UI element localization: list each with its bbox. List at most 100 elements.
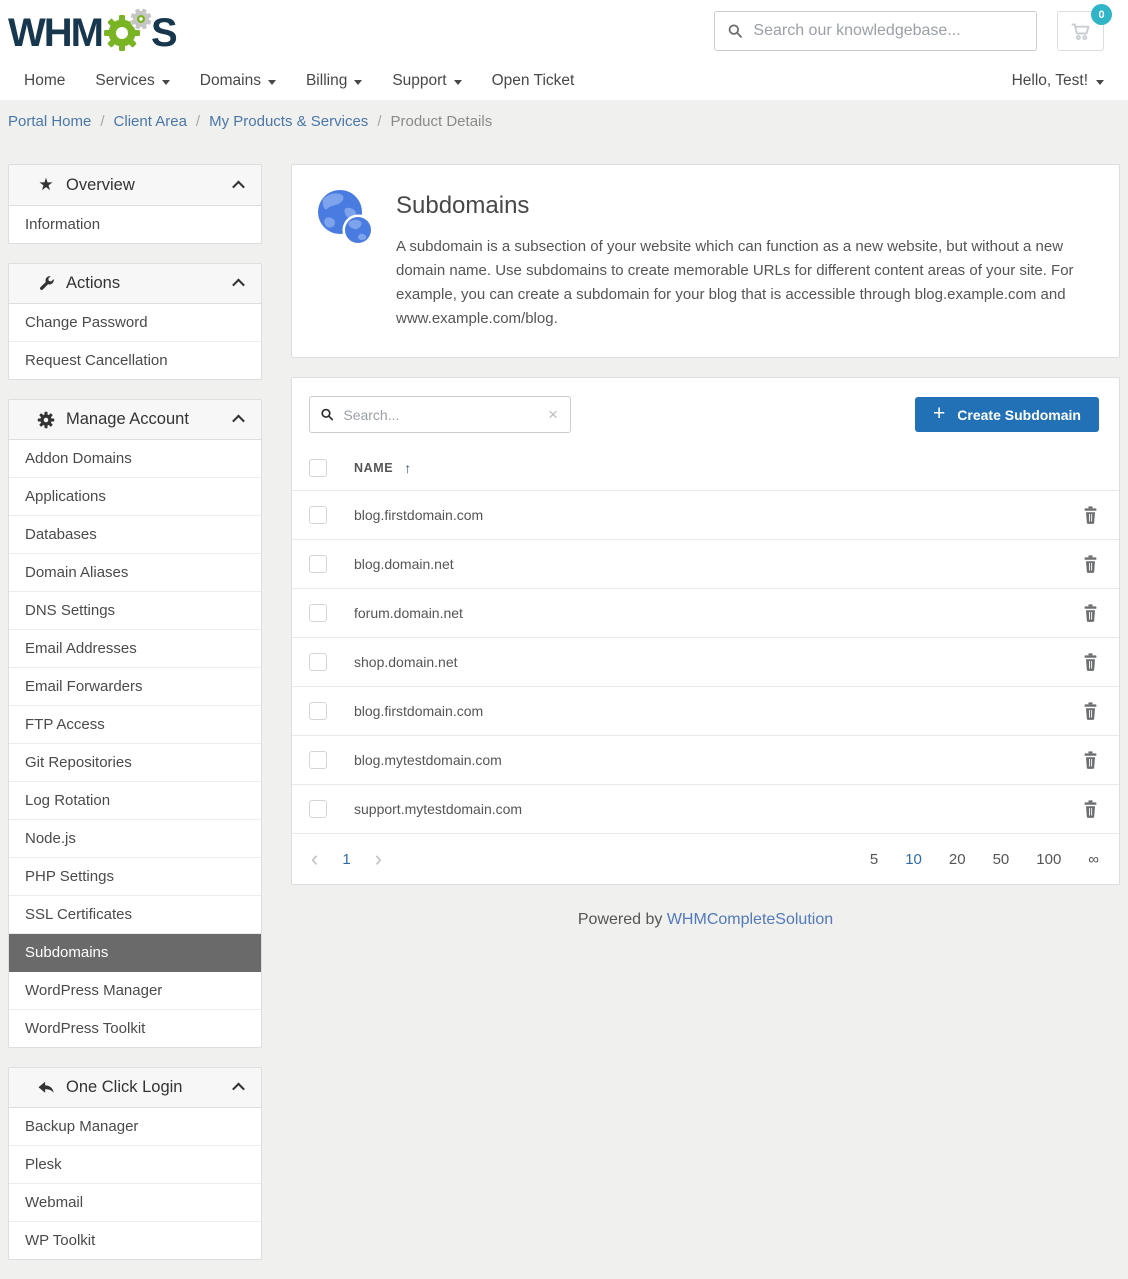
page-size-unlimited[interactable]: ∞ (1088, 851, 1099, 868)
current-page[interactable]: 1 (342, 851, 350, 868)
row-checkbox[interactable] (309, 702, 327, 720)
trash-icon (1082, 751, 1099, 769)
powered-by-text: Powered by (578, 911, 663, 928)
search-icon (727, 22, 743, 40)
sidebar-item-backup-manager[interactable]: Backup Manager (9, 1108, 261, 1146)
delete-button[interactable] (1082, 506, 1099, 524)
previous-page-icon[interactable]: ‹ (311, 848, 318, 870)
sidebar-item-databases[interactable]: Databases (9, 516, 261, 554)
main-content: Subdomains A subdomain is a subsection o… (291, 164, 1120, 929)
sidebar-item-wordpress-toolkit[interactable]: WordPress Toolkit (9, 1010, 261, 1047)
chevron-up-icon (232, 415, 245, 428)
row-checkbox[interactable] (309, 604, 327, 622)
subdomain-name: support.mytestdomain.com (354, 801, 522, 817)
nav-label: Billing (306, 72, 347, 90)
cart-button[interactable]: 0 (1057, 11, 1104, 51)
sidebar-item-email-forwarders[interactable]: Email Forwarders (9, 668, 261, 706)
select-all-checkbox[interactable] (309, 459, 327, 477)
whmcs-logo[interactable]: WHM (8, 7, 176, 55)
caret-down-icon (1096, 80, 1104, 85)
breadcrumb: Portal Home / Client Area / My Products … (0, 100, 1128, 142)
sidebar-header-overview[interactable]: ★ Overview (9, 165, 261, 206)
create-subdomain-button[interactable]: + Create Subdomain (915, 397, 1099, 432)
subdomain-name: shop.domain.net (354, 654, 458, 670)
page-size-100[interactable]: 100 (1036, 851, 1061, 868)
nav-item-domains[interactable]: Domains (185, 62, 291, 100)
section-title: Actions (66, 274, 120, 293)
nav-item-support[interactable]: Support (377, 62, 476, 100)
delete-button[interactable] (1082, 653, 1099, 671)
cart-count-badge: 0 (1091, 4, 1112, 25)
sidebar-item-domain-aliases[interactable]: Domain Aliases (9, 554, 261, 592)
table-row: blog.domain.net (292, 539, 1119, 588)
row-checkbox[interactable] (309, 800, 327, 818)
sidebar-item-wordpress-manager[interactable]: WordPress Manager (9, 972, 261, 1010)
sidebar-item-subdomains[interactable]: Subdomains (9, 934, 261, 972)
page-title: Subdomains (396, 192, 1093, 220)
section-title: Overview (66, 176, 135, 195)
knowledgebase-search (714, 11, 1037, 51)
delete-button[interactable] (1082, 751, 1099, 769)
table-search: × (309, 396, 571, 433)
sidebar-item-log-rotation[interactable]: Log Rotation (9, 782, 261, 820)
sidebar-item-php-settings[interactable]: PHP Settings (9, 858, 261, 896)
sidebar-section-overview: ★ Overview Information (8, 164, 262, 244)
sidebar-item-dns-settings[interactable]: DNS Settings (9, 592, 261, 630)
row-checkbox[interactable] (309, 555, 327, 573)
delete-button[interactable] (1082, 604, 1099, 622)
next-page-icon[interactable]: › (375, 848, 382, 870)
sidebar-item-wp-toolkit[interactable]: WP Toolkit (9, 1222, 261, 1259)
delete-button[interactable] (1082, 555, 1099, 573)
sidebar-item-change-password[interactable]: Change Password (9, 304, 261, 342)
user-menu[interactable]: Hello, Test! (1012, 72, 1104, 90)
sidebar-item-information[interactable]: Information (9, 206, 261, 243)
breadcrumb-my-products[interactable]: My Products & Services (209, 113, 368, 130)
sidebar-item-ftp-access[interactable]: FTP Access (9, 706, 261, 744)
delete-button[interactable] (1082, 702, 1099, 720)
row-checkbox[interactable] (309, 751, 327, 769)
sidebar-item-request-cancellation[interactable]: Request Cancellation (9, 342, 261, 379)
sidebar: ★ Overview Information Actions Change Pa… (8, 164, 262, 1279)
sidebar-item-webmail[interactable]: Webmail (9, 1184, 261, 1222)
sidebar-section-actions: Actions Change Password Request Cancella… (8, 263, 262, 380)
delete-button[interactable] (1082, 800, 1099, 818)
subdomains-table-card: × + Create Subdomain NAME ↑ blog.firstdo… (291, 377, 1120, 885)
sidebar-header-manage-account[interactable]: Manage Account (9, 400, 261, 440)
knowledgebase-search-input[interactable] (753, 22, 1024, 40)
row-checkbox[interactable] (309, 506, 327, 524)
sidebar-header-actions[interactable]: Actions (9, 264, 261, 304)
row-checkbox[interactable] (309, 653, 327, 671)
sidebar-item-ssl-certificates[interactable]: SSL Certificates (9, 896, 261, 934)
page-size-50[interactable]: 50 (993, 851, 1010, 868)
whmcompletesolution-link[interactable]: WHMCompleteSolution (667, 911, 833, 928)
pagination: ‹ 1 › 5 10 20 50 100 ∞ (292, 833, 1119, 884)
sidebar-item-addon-domains[interactable]: Addon Domains (9, 440, 261, 478)
sidebar-item-plesk[interactable]: Plesk (9, 1146, 261, 1184)
sort-ascending-icon[interactable]: ↑ (404, 460, 411, 476)
nav-item-open-ticket[interactable]: Open Ticket (477, 62, 590, 100)
page-size-10[interactable]: 10 (905, 851, 922, 868)
breadcrumb-portal-home[interactable]: Portal Home (8, 113, 91, 130)
breadcrumb-current: Product Details (390, 113, 492, 130)
user-menu-label: Hello, Test! (1012, 72, 1088, 90)
sidebar-item-nodejs[interactable]: Node.js (9, 820, 261, 858)
nav-item-home[interactable]: Home (8, 62, 80, 100)
sidebar-item-email-addresses[interactable]: Email Addresses (9, 630, 261, 668)
sidebar-item-git-repositories[interactable]: Git Repositories (9, 744, 261, 782)
nav-label: Services (95, 72, 154, 90)
sidebar-header-one-click-login[interactable]: One Click Login (9, 1068, 261, 1108)
page-size-20[interactable]: 20 (949, 851, 966, 868)
create-subdomain-label: Create Subdomain (957, 407, 1081, 423)
caret-down-icon (162, 80, 170, 85)
clear-search-icon[interactable]: × (546, 404, 560, 425)
chevron-up-icon (232, 279, 245, 292)
table-search-input[interactable] (343, 407, 546, 423)
breadcrumb-client-area[interactable]: Client Area (114, 113, 187, 130)
logo-gears-icon (101, 7, 153, 53)
nav-item-services[interactable]: Services (80, 62, 184, 100)
sidebar-item-applications[interactable]: Applications (9, 478, 261, 516)
nav-item-billing[interactable]: Billing (291, 62, 377, 100)
page-size-5[interactable]: 5 (870, 851, 878, 868)
table-row: support.mytestdomain.com (292, 784, 1119, 833)
name-column-header[interactable]: NAME (354, 461, 393, 475)
